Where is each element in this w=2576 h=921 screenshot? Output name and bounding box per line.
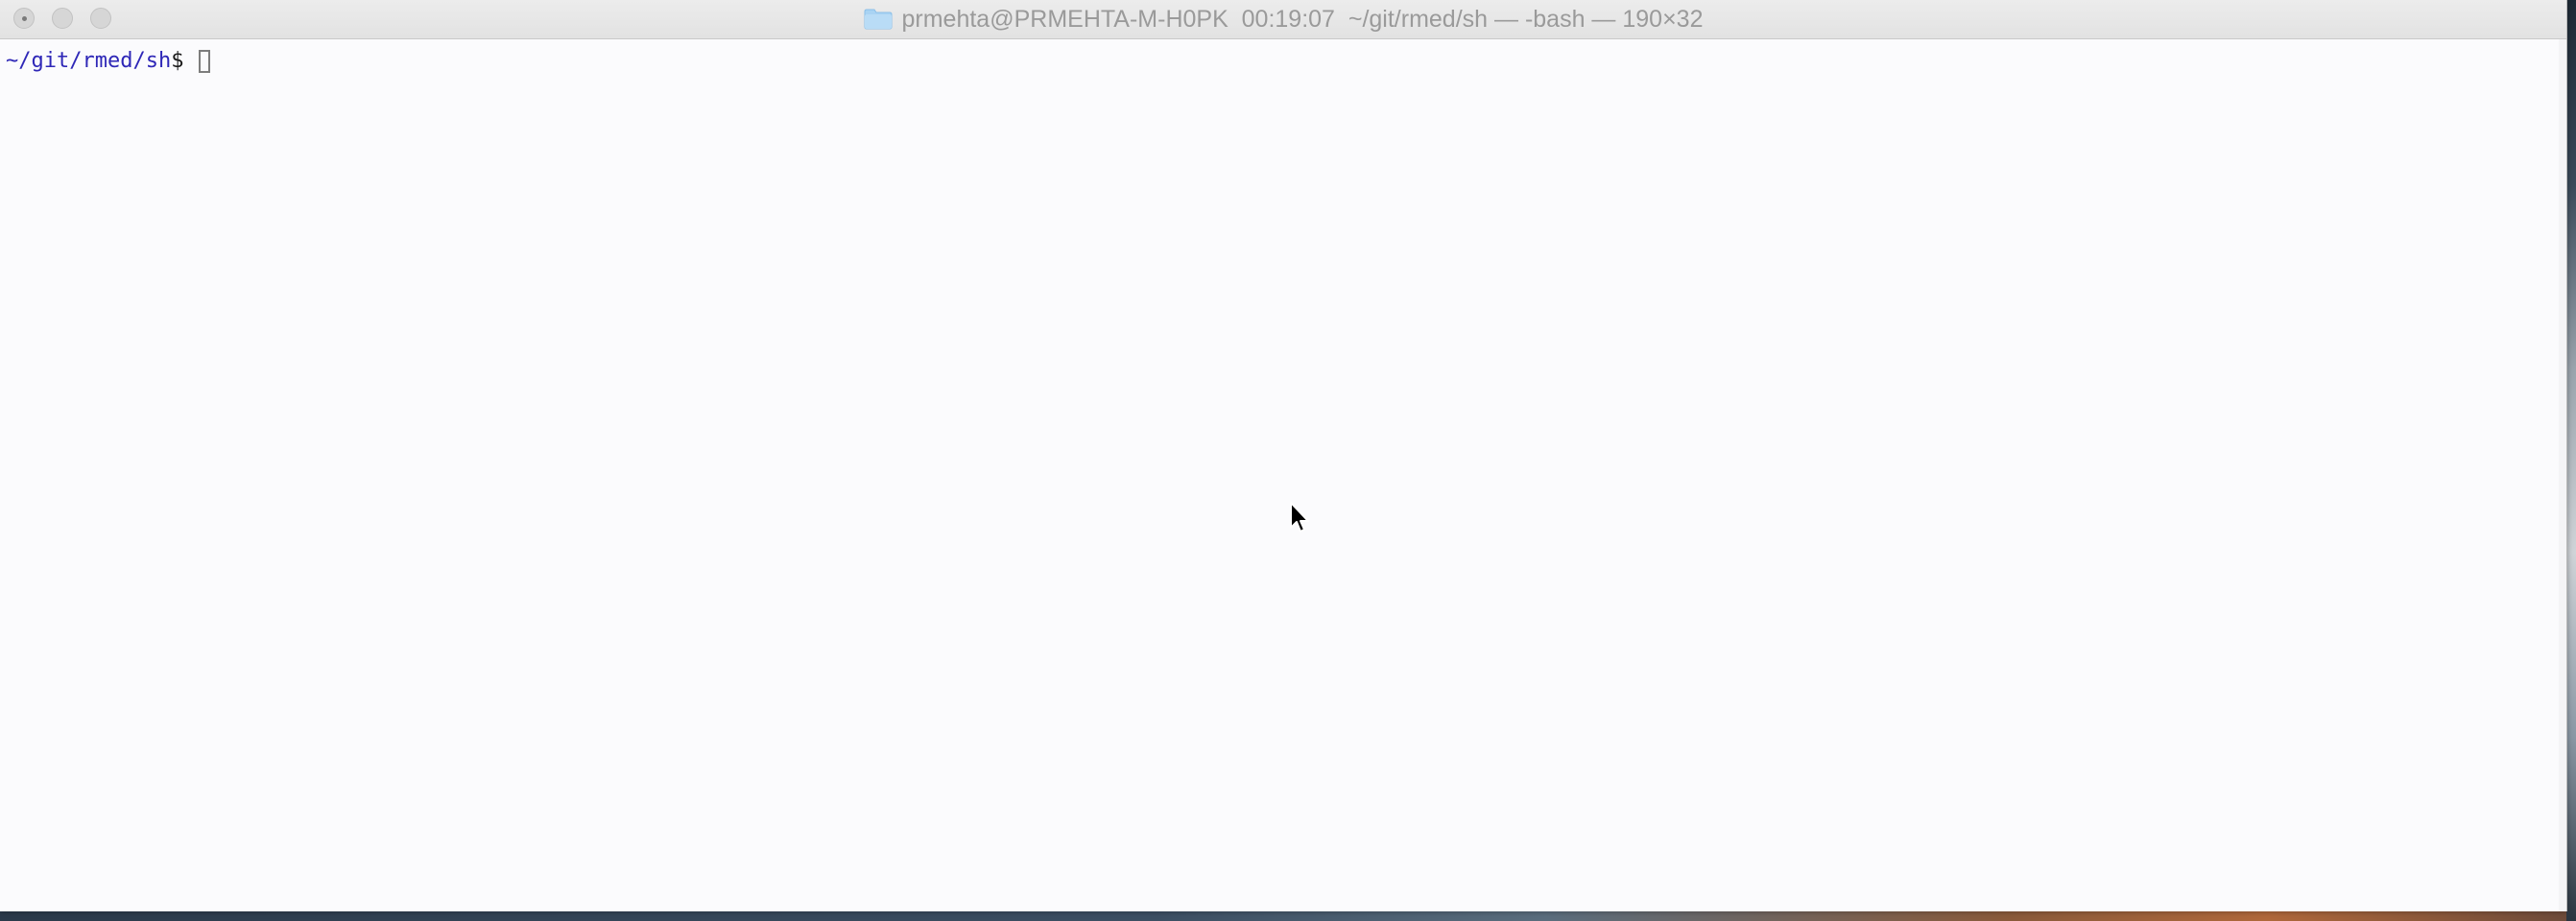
minimize-button[interactable]: [52, 8, 73, 29]
prompt-line: ~/git/rmed/sh $: [6, 47, 210, 76]
folder-icon: [864, 9, 893, 30]
zoom-button[interactable]: [90, 8, 111, 29]
prompt-symbol: $: [171, 49, 184, 73]
desktop-edge: [2566, 0, 2576, 921]
window-title-text: prmehta@PRMEHTA-M-H0PK 00:19:07 ~/git/rm…: [901, 5, 1704, 33]
prompt-path: ~/git/rmed/sh: [6, 49, 172, 73]
title-bar[interactable]: prmehta@PRMEHTA-M-H0PK 00:19:07 ~/git/rm…: [0, 0, 2566, 39]
window-title: prmehta@PRMEHTA-M-H0PK 00:19:07 ~/git/rm…: [864, 6, 1704, 34]
scrollbar[interactable]: [2559, 39, 2566, 911]
terminal-window: prmehta@PRMEHTA-M-H0PK 00:19:07 ~/git/rm…: [0, 0, 2567, 911]
terminal-content[interactable]: ~/git/rmed/sh $: [0, 39, 2557, 911]
mouse-pointer-icon: [1289, 501, 1312, 535]
text-cursor[interactable]: [198, 50, 210, 73]
close-button[interactable]: [13, 8, 35, 29]
